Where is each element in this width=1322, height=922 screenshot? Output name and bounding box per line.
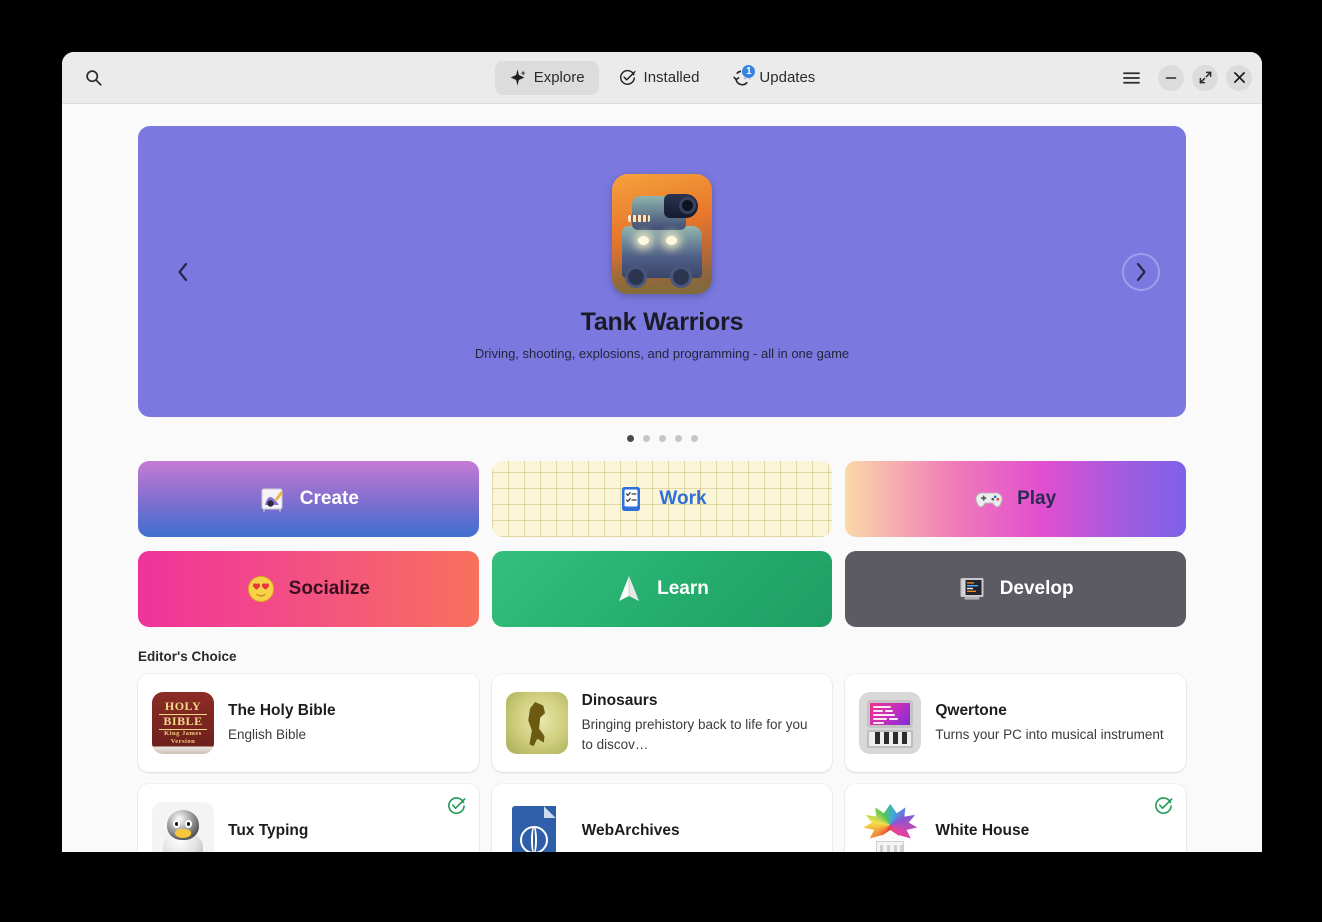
maximize-button[interactable] (1192, 64, 1218, 91)
hero-carousel[interactable]: Tank Warriors Driving, shooting, explosi… (138, 126, 1186, 417)
app-description: Bringing prehistory back to life for you… (581, 716, 808, 752)
category-socialize-label: Socialize (288, 578, 370, 599)
carousel-dots (138, 429, 1186, 447)
category-develop[interactable]: Develop (845, 551, 1186, 627)
qwertone-icon (859, 692, 922, 754)
sparkle-icon (510, 69, 526, 86)
tux-icon (152, 802, 214, 852)
app-card-tux-typing[interactable]: Tux Typing (138, 784, 479, 852)
tab-explore-label: Explore (533, 69, 585, 86)
app-description: Turns your PC into musical instrument (935, 726, 1164, 742)
paint-palette-icon (258, 485, 286, 513)
maximize-icon (1199, 71, 1211, 84)
whitehouse-icon (859, 802, 922, 852)
close-button[interactable] (1226, 64, 1252, 91)
tab-updates[interactable]: 1 Updates (719, 61, 829, 95)
bible-icon: HOLY BIBLE King James Version (152, 692, 214, 754)
app-name: White House (935, 821, 1030, 839)
heart-eyes-icon (247, 575, 275, 603)
carousel-dot-4[interactable] (674, 434, 682, 442)
close-icon (1233, 72, 1245, 83)
window-controls (1116, 63, 1252, 93)
app-card-webarchives[interactable]: WebArchives (491, 784, 833, 852)
category-develop-label: Develop (999, 578, 1074, 599)
terminal-icon (958, 575, 986, 603)
app-name: Tux Typing (228, 821, 309, 839)
category-learn[interactable]: Learn (491, 551, 833, 627)
hero-title: Tank Warriors (580, 308, 744, 336)
app-card-qwertone[interactable]: Qwertone Turns your PC into musical inst… (845, 674, 1186, 772)
paper-plane-icon (615, 575, 643, 603)
category-work-label: Work (659, 488, 707, 509)
category-work[interactable]: Work (491, 461, 833, 537)
installed-check-icon (1155, 797, 1173, 814)
app-card-dinosaurs[interactable]: Dinosaurs Bringing prehistory back to li… (491, 674, 833, 772)
app-name: WebArchives (581, 821, 680, 839)
app-card-white-house[interactable]: White House (845, 784, 1186, 852)
tab-explore[interactable]: Explore (494, 60, 599, 95)
carousel-dot-1[interactable] (626, 434, 634, 442)
tab-updates-label: Updates (759, 69, 816, 86)
category-create[interactable]: Create (138, 461, 479, 537)
app-description: English Bible (228, 726, 307, 742)
category-socialize[interactable]: Socialize (138, 551, 479, 627)
search-icon (85, 70, 102, 86)
category-grid: Create Work Play Socialize Learn Develop (138, 461, 1186, 627)
tab-installed-label: Installed (643, 69, 700, 86)
minimize-icon (1165, 76, 1177, 79)
header-bar: Explore Installed 1 Updates (62, 52, 1262, 104)
category-play[interactable]: Play (845, 461, 1186, 537)
category-create-label: Create (299, 488, 359, 509)
tab-bar: Explore Installed 1 Updates (62, 60, 1262, 95)
category-learn-label: Learn (657, 578, 709, 599)
chevron-left-icon (178, 262, 188, 281)
clipboard-check-icon (617, 485, 645, 513)
app-card-the-holy-bible[interactable]: HOLY BIBLE King James Version The Holy B… (138, 674, 479, 772)
content-scroll-area[interactable]: Tank Warriors Driving, shooting, explosi… (62, 104, 1262, 852)
carousel-dot-2[interactable] (642, 434, 650, 442)
hero-app-icon (612, 174, 712, 294)
editors-choice-title: Editor's Choice (138, 649, 237, 664)
check-circle-icon (619, 69, 636, 85)
editors-choice-grid: HOLY BIBLE King James Version The Holy B… (138, 674, 1186, 852)
app-name: The Holy Bible (228, 701, 336, 719)
app-name: Dinosaurs (581, 691, 658, 709)
category-play-label: Play (1017, 488, 1057, 509)
app-name: Qwertone (935, 701, 1007, 719)
minimize-button[interactable] (1158, 64, 1184, 91)
dinosaur-icon (505, 692, 568, 754)
chevron-right-icon (1136, 262, 1146, 281)
updates-badge: 1 (741, 63, 757, 79)
carousel-next-button[interactable] (1122, 252, 1160, 291)
webarchives-icon (505, 802, 568, 852)
search-button[interactable] (76, 61, 110, 95)
installed-check-icon (447, 797, 466, 814)
carousel-dot-3[interactable] (658, 434, 666, 442)
game-controller-icon (975, 485, 1003, 513)
carousel-dot-5[interactable] (690, 434, 698, 442)
hero-subtitle: Driving, shooting, explosions, and progr… (474, 346, 850, 361)
main-menu-button[interactable] (1116, 63, 1146, 93)
carousel-prev-button[interactable] (164, 253, 202, 291)
app-window: Explore Installed 1 Updates Tank Warrior… (62, 52, 1262, 852)
tab-installed[interactable]: Installed (605, 61, 714, 95)
hamburger-icon (1122, 71, 1140, 84)
